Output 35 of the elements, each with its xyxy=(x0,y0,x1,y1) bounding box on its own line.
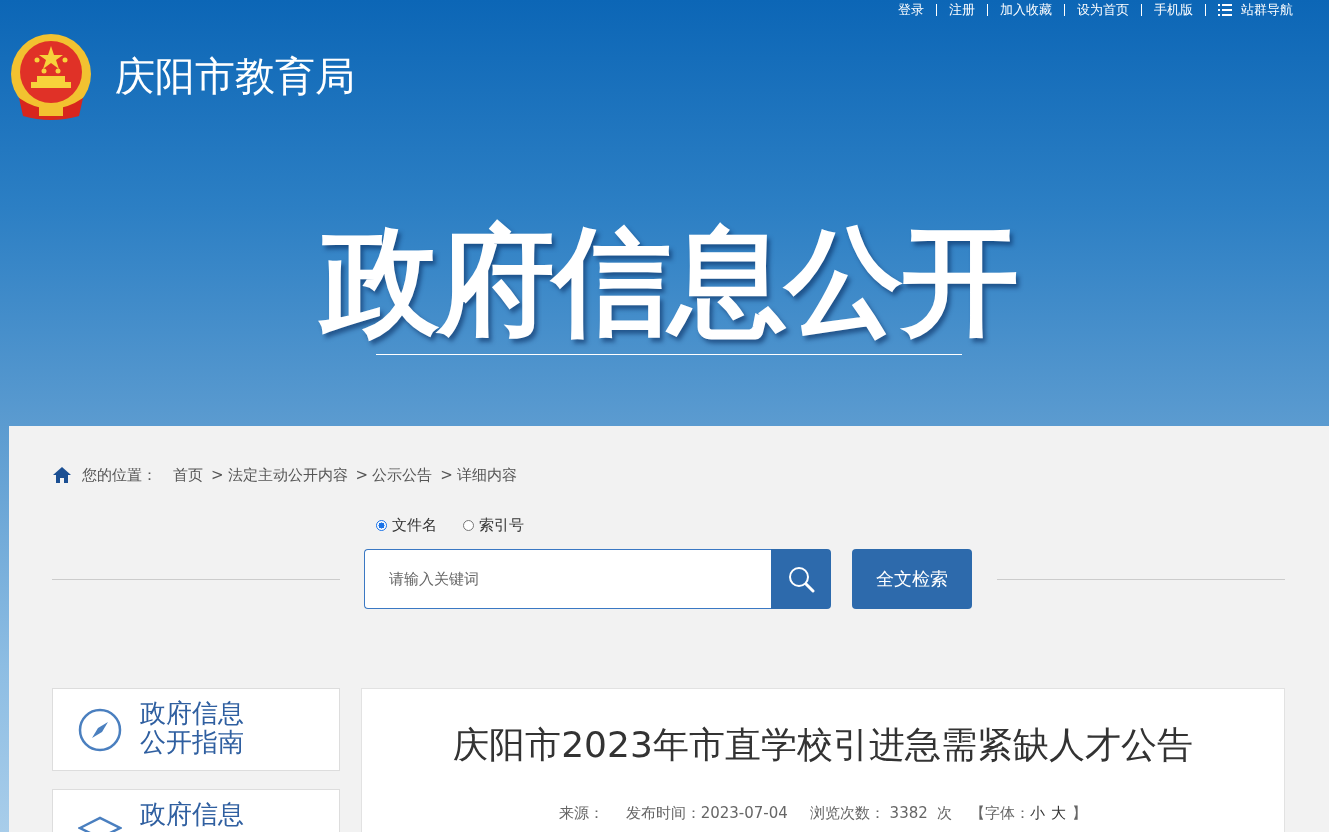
sidebar-card[interactable]: 政府信息 xyxy=(52,789,340,832)
top-link[interactable]: 设为首页 xyxy=(1065,1,1141,19)
site-nav-link[interactable]: 站群导航 xyxy=(1206,1,1305,19)
top-link[interactable]: 加入收藏 xyxy=(988,1,1064,19)
search-option[interactable]: 索引号 xyxy=(463,516,524,535)
font-small-link[interactable]: 小 xyxy=(1030,804,1046,823)
breadcrumb-link[interactable]: 公示公告 xyxy=(372,465,433,485)
source-label: 来源： xyxy=(558,804,604,823)
font-size-bracket: 】 xyxy=(1072,804,1088,823)
search-icon xyxy=(787,565,816,593)
search-field[interactable]: 请输入关键词 xyxy=(364,549,772,609)
full-text-search-button[interactable]: 全文检索 xyxy=(852,549,972,609)
location-label: 您的位置： xyxy=(82,465,157,485)
search-option[interactable]: 文件名 xyxy=(376,516,437,535)
view-count: 浏览次数： 3382 次 xyxy=(809,804,953,823)
home-icon xyxy=(52,466,72,484)
article-title: 庆阳市2023年市直学校引进急需紧缺人才公告 xyxy=(453,723,1193,767)
search-button[interactable] xyxy=(771,549,832,609)
font-large-link[interactable]: 大 xyxy=(1051,804,1067,823)
banner-title: 政府信息公开 xyxy=(320,216,1017,346)
breadcrumb-separator: > xyxy=(440,466,453,484)
top-link[interactable]: 注册 xyxy=(937,1,987,19)
breadcrumb-link[interactable]: 法定主动公开内容 xyxy=(227,465,348,485)
breadcrumb-link[interactable]: 首页 xyxy=(173,465,203,485)
sidebar-card[interactable]: 政府信息 公开指南 xyxy=(52,688,340,771)
breadcrumb-separator: > xyxy=(211,466,224,484)
site-name: 庆阳市教育局 xyxy=(115,51,355,101)
list-icon xyxy=(1218,4,1232,16)
publish-date: 发布时间：2023-07-04 xyxy=(625,804,788,823)
font-size-label: 【字体： xyxy=(970,804,1031,823)
breadcrumb-link[interactable]: 详细内容 xyxy=(456,465,517,485)
compass-icon xyxy=(77,707,123,753)
top-link[interactable]: 手机版 xyxy=(1142,1,1205,19)
breadcrumb-separator: > xyxy=(355,466,369,484)
top-link[interactable]: 登录 xyxy=(886,1,936,19)
